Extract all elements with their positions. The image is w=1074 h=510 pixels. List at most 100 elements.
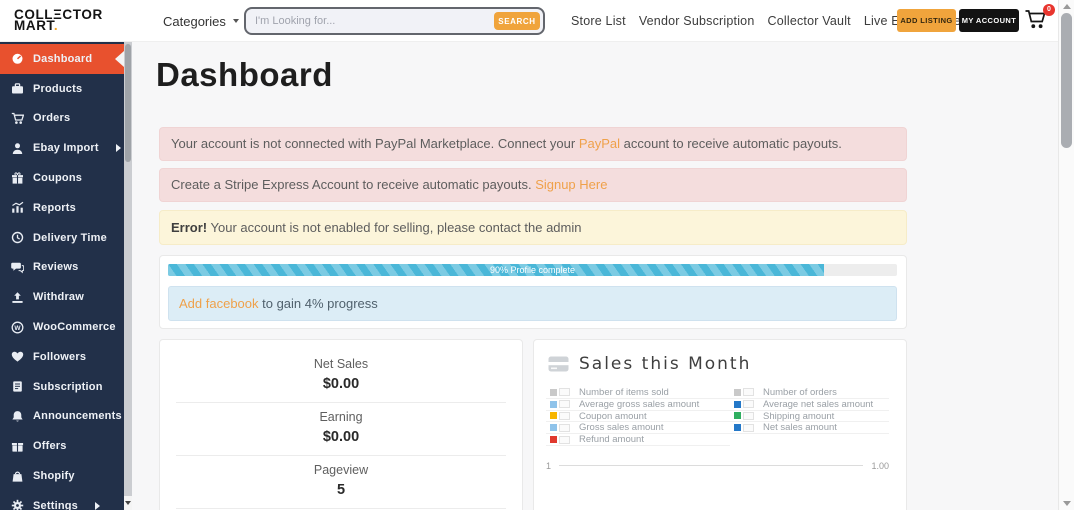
my-account-button[interactable]: MY ACCOUNT bbox=[959, 9, 1019, 32]
page: COLLΞCTOR MART. Categories SEARCH Store … bbox=[0, 0, 1074, 510]
chart-axis-slider: 1 1.00 bbox=[546, 461, 889, 471]
chart-legend: Number of items sold Average gross sales… bbox=[546, 387, 889, 446]
svg-text:W: W bbox=[14, 324, 21, 331]
bell-icon bbox=[11, 410, 24, 423]
sidebar-item-reports[interactable]: Reports bbox=[0, 193, 124, 223]
legend-checkbox bbox=[559, 411, 570, 420]
heart-icon bbox=[11, 350, 24, 363]
credit-card-icon bbox=[548, 356, 569, 372]
sidebar-scroll-down-button[interactable] bbox=[124, 496, 132, 510]
page-scrollbar[interactable] bbox=[1058, 0, 1074, 510]
sidebar-item-offers[interactable]: Offers bbox=[0, 431, 124, 461]
sidebar-item-orders[interactable]: Orders bbox=[0, 104, 124, 134]
gauge-icon bbox=[11, 52, 24, 65]
categories-label: Categories bbox=[163, 13, 226, 29]
legend-swatch bbox=[550, 388, 557, 396]
shopping-bag-icon bbox=[11, 470, 24, 483]
logo-dot: . bbox=[53, 18, 59, 33]
chevron-right-icon bbox=[95, 501, 100, 510]
top-header: COLLΞCTOR MART. Categories SEARCH Store … bbox=[0, 0, 1058, 42]
legend-item[interactable]: Average gross sales amount bbox=[546, 399, 730, 411]
logo[interactable]: COLLΞCTOR MART. bbox=[14, 8, 103, 33]
legend-checkbox bbox=[743, 423, 754, 432]
user-icon bbox=[11, 142, 24, 155]
legend-checkbox bbox=[743, 411, 754, 420]
axis-line bbox=[559, 465, 864, 467]
progress-bar: 90% Profile complete bbox=[168, 264, 897, 276]
paypal-link[interactable]: PayPal bbox=[579, 136, 620, 151]
sidebar-item-coupons[interactable]: Coupons bbox=[0, 163, 124, 193]
sidebar-item-withdraw[interactable]: Withdraw bbox=[0, 282, 124, 312]
legend-swatch bbox=[550, 424, 557, 432]
clock-icon bbox=[11, 231, 24, 244]
sidebar-item-dashboard[interactable]: Dashboard bbox=[0, 44, 124, 74]
legend-item[interactable]: Number of items sold bbox=[546, 387, 730, 399]
page-scrollbar-thumb[interactable] bbox=[1061, 13, 1072, 148]
stat-net-sales: Net Sales $0.00 bbox=[313, 357, 369, 392]
signup-here-link[interactable]: Signup Here bbox=[535, 177, 607, 192]
nav-store-list[interactable]: Store List bbox=[571, 14, 626, 28]
legend-item[interactable]: Gross sales amount bbox=[546, 422, 730, 435]
chart-icon bbox=[11, 201, 24, 214]
briefcase-icon bbox=[11, 82, 24, 95]
sidebar-item-products[interactable]: Products bbox=[0, 74, 124, 104]
gift-icon bbox=[11, 171, 24, 185]
sidebar-scrollbar-thumb[interactable] bbox=[125, 44, 131, 162]
sidebar-item-reviews[interactable]: Reviews bbox=[0, 253, 124, 283]
nav-collector-vault[interactable]: Collector Vault bbox=[768, 14, 851, 28]
legend-item[interactable]: Number of orders bbox=[730, 387, 889, 399]
legend-swatch bbox=[550, 400, 557, 408]
sales-card-header: Sales this Month bbox=[548, 354, 889, 374]
stats-card: Net Sales $0.00 Earning $0.00 Pageview 5… bbox=[159, 339, 523, 510]
legend-item[interactable]: Average net sales amount bbox=[730, 399, 889, 411]
cart-button[interactable]: 0 bbox=[1024, 4, 1055, 34]
subscription-card-icon bbox=[11, 380, 24, 393]
scroll-down-arrow-icon[interactable] bbox=[1063, 501, 1071, 506]
sidebar-item-followers[interactable]: Followers bbox=[0, 342, 124, 372]
sidebar-item-subscription[interactable]: Subscription bbox=[0, 372, 124, 402]
sidebar-item-woocommerce[interactable]: W WooCommerce bbox=[0, 312, 124, 342]
add-listing-button[interactable]: ADD LISTING bbox=[897, 9, 956, 32]
gear-icon bbox=[11, 499, 24, 510]
page-title: Dashboard bbox=[156, 56, 333, 93]
legend-item[interactable]: Net sales amount bbox=[730, 422, 889, 435]
stat-earning: Earning $0.00 bbox=[319, 410, 363, 445]
stripe-alert: Create a Stripe Express Account to recei… bbox=[159, 168, 907, 202]
sales-card-title: Sales this Month bbox=[579, 354, 752, 374]
sidebar-item-announcements[interactable]: Announcements bbox=[0, 402, 124, 432]
categories-dropdown[interactable]: Categories bbox=[163, 0, 239, 42]
legend-item[interactable]: Shipping amount bbox=[730, 411, 889, 423]
nav-vendor-subscription[interactable]: Vendor Subscription bbox=[639, 14, 755, 28]
cart-icon bbox=[11, 112, 24, 125]
cart-count-badge: 0 bbox=[1043, 4, 1055, 16]
sidebar-scrollbar[interactable] bbox=[124, 42, 132, 510]
woocommerce-icon: W bbox=[11, 321, 24, 334]
search-input[interactable] bbox=[255, 11, 440, 31]
main-content: Dashboard Your account is not connected … bbox=[132, 42, 1058, 510]
legend-swatch bbox=[550, 436, 557, 444]
legend-swatch bbox=[734, 412, 741, 420]
offers-gift-icon bbox=[11, 440, 24, 453]
chevron-down-icon bbox=[232, 19, 239, 23]
legend-checkbox bbox=[559, 388, 570, 397]
legend-column-right: Number of orders Average net sales amoun… bbox=[730, 387, 889, 446]
search-button[interactable]: SEARCH bbox=[494, 12, 540, 30]
sidebar-item-settings[interactable]: Settings bbox=[0, 491, 124, 510]
axis-min: 1 bbox=[546, 460, 552, 471]
legend-item[interactable]: Refund amount bbox=[546, 434, 730, 446]
sidebar-item-ebay-import[interactable]: Ebay Import bbox=[0, 133, 124, 163]
comments-icon bbox=[11, 261, 24, 274]
profile-progress-card: 90% Profile complete Add facebook to gai… bbox=[159, 255, 907, 329]
legend-swatch bbox=[734, 400, 741, 408]
legend-item[interactable]: Coupon amount bbox=[546, 411, 730, 423]
sidebar-item-delivery-time[interactable]: Delivery Time bbox=[0, 223, 124, 253]
sidebar: Dashboard Products Orders Ebay Import Co… bbox=[0, 42, 124, 510]
stat-pageview: Pageview 5 bbox=[313, 463, 369, 498]
facebook-info-alert: Add facebook to gain 4% progress bbox=[168, 286, 897, 321]
legend-checkbox bbox=[559, 423, 570, 432]
legend-swatch bbox=[734, 424, 741, 432]
legend-checkbox bbox=[743, 388, 754, 397]
add-facebook-link[interactable]: Add facebook bbox=[179, 296, 259, 311]
scroll-up-arrow-icon[interactable] bbox=[1063, 4, 1071, 9]
sidebar-item-shopify[interactable]: Shopify bbox=[0, 461, 124, 491]
